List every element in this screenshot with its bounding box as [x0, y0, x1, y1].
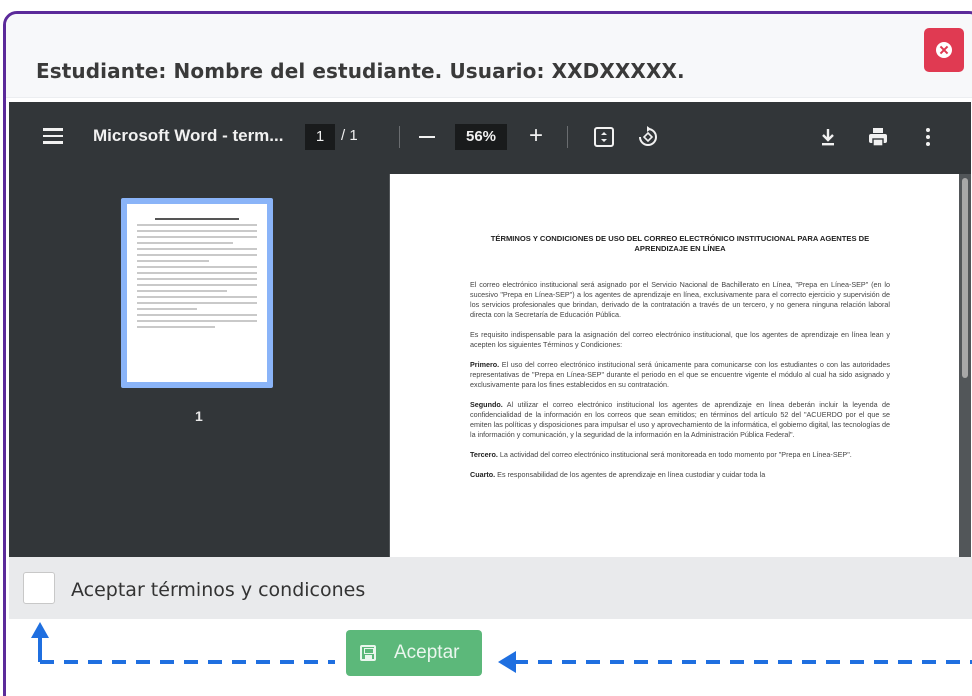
- scrollbar-thumb[interactable]: [962, 178, 968, 378]
- download-icon[interactable]: [815, 124, 841, 150]
- pdf-page: TÉRMINOS Y CONDICIONES DE USO DEL CORREO…: [390, 174, 960, 557]
- zoom-in-icon[interactable]: +: [529, 122, 543, 150]
- pdf-toolbar: Microsoft Word - term... 1 / 1 56% +: [9, 102, 971, 174]
- clause: Segundo. Al utilizar el correo electróni…: [470, 400, 891, 439]
- clause: Cuarto. Es responsabilidad de los agente…: [470, 470, 766, 479]
- close-icon: [936, 42, 952, 58]
- modal-header: Estudiante: Nombre del estudiante. Usuar…: [6, 14, 972, 98]
- paragraph: El correo electrónico institucional será…: [470, 280, 890, 319]
- document-heading: TÉRMINOS Y CONDICIONES DE USO DEL CORREO…: [490, 234, 870, 253]
- thumbnail-page-number: 1: [195, 408, 203, 424]
- accept-button[interactable]: Aceptar: [346, 630, 482, 676]
- clause: Primero. El uso del correo electrónico i…: [470, 360, 891, 389]
- clause: Tercero. La actividad del correo electró…: [470, 450, 852, 459]
- accept-terms-checkbox[interactable]: [23, 572, 55, 604]
- page-total: / 1: [341, 127, 358, 144]
- modal-title: Estudiante: Nombre del estudiante. Usuar…: [36, 59, 685, 83]
- toolbar-divider: [399, 126, 400, 148]
- accept-button-label: Aceptar: [394, 642, 460, 663]
- more-options-icon[interactable]: [915, 124, 941, 150]
- rotate-icon[interactable]: [635, 124, 661, 150]
- menu-icon[interactable]: [43, 128, 63, 144]
- accept-terms-label[interactable]: Aceptar términos y condicones: [71, 579, 365, 601]
- pdf-viewer[interactable]: Microsoft Word - term... 1 / 1 56% + 1 T…: [9, 102, 971, 557]
- toolbar-divider: [567, 126, 568, 148]
- save-icon: [360, 645, 376, 661]
- print-icon[interactable]: [865, 124, 891, 150]
- paragraph: Es requisito indispensable para la asign…: [470, 330, 890, 349]
- pdf-scrollbar[interactable]: [959, 174, 971, 557]
- page-number-input[interactable]: 1: [305, 124, 335, 150]
- close-button[interactable]: [924, 28, 964, 72]
- accept-terms-row: Aceptar términos y condicones: [9, 557, 972, 619]
- zoom-out-icon[interactable]: [419, 136, 435, 138]
- zoom-level-input[interactable]: 56%: [455, 124, 507, 150]
- thumbnail-sidebar: 1: [9, 174, 389, 557]
- document-title: Microsoft Word - term...: [93, 126, 284, 145]
- fit-page-icon[interactable]: [591, 124, 617, 150]
- screen: Estudiante: Nombre del estudiante. Usuar…: [0, 0, 972, 696]
- page-thumbnail[interactable]: [121, 198, 273, 388]
